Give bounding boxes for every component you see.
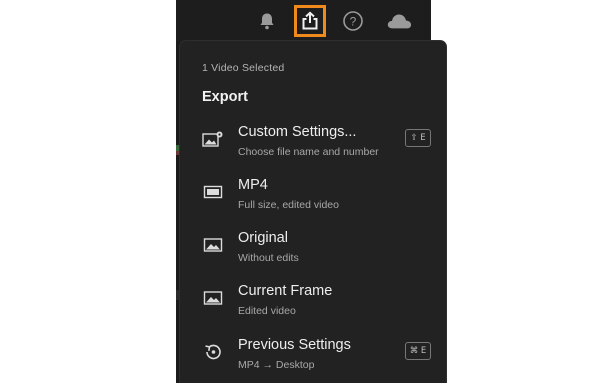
item-label: Original xyxy=(238,230,288,246)
item-description: Choose file name and number xyxy=(238,146,379,158)
selection-count: 1 Video Selected xyxy=(202,62,285,74)
item-label: Custom Settings... xyxy=(238,124,357,140)
shortcut-badge: ⇧ E xyxy=(405,129,431,147)
item-description: Edited video xyxy=(238,305,296,317)
video-icon xyxy=(202,183,224,201)
share-export-icon[interactable] xyxy=(294,5,326,37)
menu-title: Export xyxy=(202,89,248,105)
item-label: Previous Settings xyxy=(238,337,351,353)
cloud-icon[interactable] xyxy=(386,8,412,34)
image-settings-icon xyxy=(202,130,224,148)
menu-item-custom-settings[interactable]: Custom Settings... Choose file name and … xyxy=(180,124,446,170)
item-label: Current Frame xyxy=(238,283,333,299)
export-menu: 1 Video Selected Export Custom Settings.… xyxy=(180,41,446,383)
image-icon xyxy=(202,289,224,307)
bell-icon[interactable] xyxy=(254,8,280,34)
item-description: MP4 → Desktop xyxy=(238,359,315,371)
item-description: Full size, edited video xyxy=(238,199,339,211)
shortcut-badge: ⌘ E xyxy=(405,342,431,360)
help-icon[interactable]: ? xyxy=(340,8,366,34)
menu-item-original[interactable]: Original Without edits xyxy=(180,230,446,276)
menu-item-current-frame[interactable]: Current Frame Edited video xyxy=(180,283,446,329)
menu-item-mp4[interactable]: MP4 Full size, edited video xyxy=(180,177,446,223)
item-label: MP4 xyxy=(238,177,268,193)
svg-text:?: ? xyxy=(350,15,357,29)
image-icon xyxy=(202,236,224,254)
menu-item-previous-settings[interactable]: Previous Settings MP4 → Desktop ⌘ E xyxy=(180,337,446,383)
history-icon xyxy=(202,343,224,361)
item-description: Without edits xyxy=(238,252,299,264)
